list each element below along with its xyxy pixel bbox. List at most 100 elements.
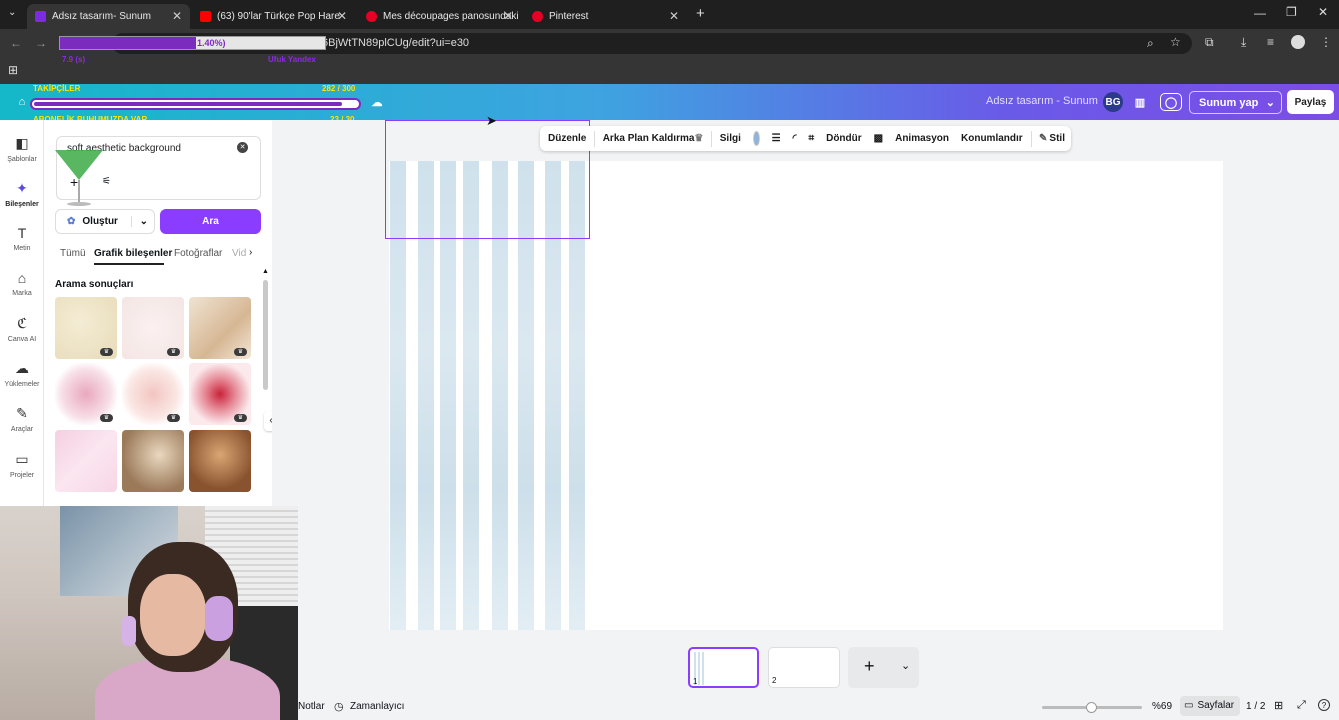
result-thumbnail[interactable]: ♛ (55, 297, 117, 359)
url-text: 6BjWtTN89plCUg/edit?ui=e30 (322, 37, 470, 49)
panel-scrollbar[interactable] (263, 280, 268, 390)
help-icon[interactable]: ? (1318, 699, 1330, 711)
menu-icon[interactable]: ⋮ (1320, 35, 1332, 49)
chevron-down-icon[interactable]: ⌄ (130, 216, 148, 227)
headphone-left (122, 616, 136, 646)
color-swatch[interactable] (752, 131, 760, 146)
eraser-button[interactable]: Silgi (720, 133, 741, 144)
animate-button[interactable]: Animasyon (895, 133, 949, 144)
crop-icon[interactable]: ⌗ (808, 133, 814, 144)
rail-item-brand[interactable]: ⌂ Marka (0, 270, 44, 297)
bookmarks-bar: ⊞ (0, 58, 1339, 84)
cloud-save-icon[interactable]: ☁ (369, 94, 385, 110)
chevron-down-icon[interactable]: ⌄ (1266, 96, 1275, 109)
home-icon[interactable]: ⌂ (14, 94, 30, 110)
tab-photos[interactable]: Fotoğraflar (174, 248, 222, 259)
present-button[interactable]: Sunum yap ⌄ (1189, 91, 1282, 114)
rail-item-tools[interactable]: ✎ Araçlar (0, 405, 44, 433)
comments-icon[interactable]: ◯ (1160, 93, 1182, 111)
zoom-level[interactable]: %69 (1152, 701, 1172, 712)
rail-item-templates[interactable]: ◧ Şablonlar (0, 135, 44, 163)
zoom-page-icon[interactable]: ⌕ (1147, 36, 1154, 51)
extensions-icon[interactable]: ⧉ (1205, 35, 1214, 50)
create-button[interactable]: ✿ Oluştur ⌄ (55, 209, 155, 234)
rotate-button[interactable]: Döndür (826, 133, 862, 144)
pages-label: Sayfalar (1197, 700, 1235, 711)
rail-item-canva-ai[interactable]: ℭ Canva AI (0, 315, 44, 343)
rail-item-elements[interactable]: ✦ Bileşenler (0, 180, 44, 208)
fullscreen-icon[interactable]: ⤢ (1297, 699, 1306, 712)
download-icon[interactable]: ⤓ (1241, 35, 1246, 50)
share-button[interactable]: Paylaş (1287, 90, 1334, 114)
premium-crown-icon: ♛ (100, 348, 113, 356)
upload-icon: ☁ (15, 360, 29, 376)
tab-graphics[interactable]: Grafik bileşenler (94, 248, 172, 259)
tab-all[interactable]: Tümü (60, 248, 86, 259)
add-page-button[interactable]: + ⌄ (848, 647, 919, 688)
new-tab-button[interactable]: + (696, 5, 705, 22)
tab-pinterest[interactable]: Pinterest ✕ (524, 4, 687, 29)
tab-pinterest-board[interactable]: Mes découpages panosundaki ✕ (358, 4, 521, 29)
scroll-up-icon[interactable]: ▲ (262, 268, 269, 275)
close-window-icon[interactable]: ✕ (1318, 5, 1328, 19)
pages-button[interactable]: ▭ Sayfalar (1180, 696, 1240, 716)
document-title[interactable]: Adsız tasarım - Sunum (986, 95, 1098, 107)
page-thumbnail-2[interactable]: 2 (768, 647, 840, 688)
insights-icon[interactable]: ▥ (1131, 93, 1149, 111)
rail-item-projects[interactable]: ▭ Projeler (0, 451, 44, 479)
tab-videos[interactable]: Vid (232, 248, 246, 259)
tools-icon: ✎ (16, 405, 28, 421)
pinterest-favicon-icon (532, 11, 543, 22)
tab-youtube[interactable]: (63) 90'lar Türkçe Pop Hare ✕ (192, 4, 355, 29)
style-button[interactable]: Stil (1049, 133, 1065, 144)
timer-button[interactable]: Zamanlayıcı (350, 701, 404, 712)
result-thumbnail[interactable] (55, 430, 117, 492)
back-icon[interactable]: ← (10, 36, 22, 50)
result-thumbnail[interactable] (189, 430, 251, 492)
maximize-icon[interactable]: ❐ (1286, 5, 1297, 19)
page-thumbnail-1[interactable]: 1 (688, 647, 759, 688)
edit-button[interactable]: Düzenle (548, 133, 586, 144)
result-thumbnail[interactable] (122, 430, 184, 492)
chevron-down-icon[interactable]: ⌄ (901, 659, 910, 672)
close-tab-icon[interactable]: ✕ (172, 9, 182, 23)
corner-rounding-icon[interactable]: ◜ (793, 133, 797, 144)
zoom-slider-knob[interactable] (1086, 702, 1097, 713)
zoom-slider[interactable] (1042, 702, 1142, 713)
close-tab-icon[interactable]: ✕ (669, 9, 679, 23)
tab-canva[interactable]: Adsız tasarım- Sunum ✕ (27, 4, 190, 29)
media-icon[interactable]: ≡ (1267, 35, 1274, 49)
bg-remove-button[interactable]: Arka Plan Kaldırma (603, 133, 695, 144)
result-thumbnail[interactable]: ♛ (122, 363, 184, 425)
page-number: 1 (693, 677, 698, 686)
tabs-scroll-right-icon[interactable]: › (249, 247, 252, 258)
close-tab-icon[interactable]: ✕ (503, 9, 513, 23)
result-thumbnail[interactable]: ♛ (189, 297, 251, 359)
grid-view-icon[interactable]: ⊞ (1274, 699, 1283, 712)
forward-icon[interactable]: → (35, 36, 47, 50)
tab-graphics-underline (94, 263, 164, 265)
close-tab-icon[interactable]: ✕ (337, 9, 347, 23)
transparency-icon[interactable]: ▩ (874, 133, 883, 144)
avatar[interactable]: BG (1103, 92, 1123, 112)
canva-ai-icon: ℭ (17, 315, 27, 331)
result-thumbnail[interactable]: ♛ (55, 363, 117, 425)
search-submit-button[interactable]: Ara (160, 209, 261, 234)
result-thumbnail[interactable]: ♛ (122, 297, 184, 359)
rail-item-text[interactable]: T Metin (0, 225, 44, 252)
overlay-purple-right: Ufuk Yandex (268, 55, 316, 64)
minimize-icon[interactable]: — (1254, 6, 1266, 20)
border-style-icon[interactable]: ☰ (772, 133, 781, 144)
apps-grid-icon[interactable]: ⊞ (8, 63, 18, 77)
bookmark-star-icon[interactable]: ☆ (1170, 35, 1181, 49)
tab-title: Pinterest (549, 11, 589, 22)
position-button[interactable]: Konumlandır (961, 133, 1023, 144)
notes-button[interactable]: Notlar (298, 701, 325, 712)
profile-icon[interactable] (1291, 35, 1305, 49)
tab-search-icon[interactable]: ⌄ (8, 7, 16, 18)
style-icon[interactable]: ✎ (1039, 133, 1047, 144)
clear-search-icon[interactable]: ✕ (237, 142, 248, 153)
timer-icon[interactable]: ◷ (334, 700, 344, 713)
rail-item-uploads[interactable]: ☁ Yüklemeler (0, 360, 44, 388)
result-thumbnail[interactable]: ♛ (189, 363, 251, 425)
